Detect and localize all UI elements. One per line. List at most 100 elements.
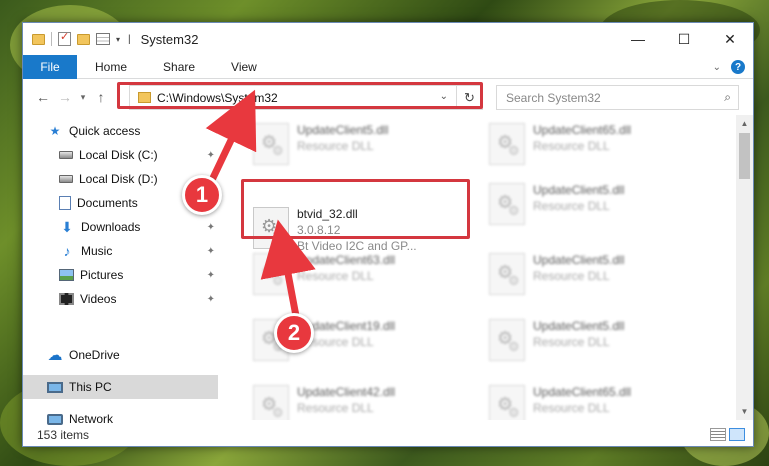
drive-icon: [59, 151, 73, 159]
recent-locations-icon[interactable]: ▾: [76, 92, 90, 103]
file-type: Resource DLL: [297, 269, 374, 283]
status-bar: 153 items: [23, 423, 753, 447]
dll-file-icon: ⚙ ⚙: [489, 319, 525, 361]
sidebar-item-quick-access[interactable]: ★ Quick access: [23, 119, 218, 143]
scroll-down-icon[interactable]: ▼: [736, 403, 753, 420]
folder-icon: [32, 33, 45, 45]
details-view-icon[interactable]: [710, 428, 726, 441]
sidebar-item-label: Documents: [77, 196, 138, 210]
file-name: UpdateClient5.dll: [533, 183, 625, 197]
file-type: Resource DLL: [533, 269, 610, 283]
file-item[interactable]: ⚙ ⚙ UpdateClient5.dll Resource DLL: [481, 175, 701, 231]
back-arrow-icon[interactable]: ←: [32, 89, 54, 105]
dll-file-icon: ⚙ ⚙: [489, 183, 525, 225]
address-highlight-box: [117, 82, 483, 109]
search-icon[interactable]: ⌕: [724, 90, 731, 105]
sidebar-item-label: Local Disk (C:): [79, 148, 158, 162]
drive-icon: [59, 175, 73, 183]
navigation-pane: ★ Quick access Local Disk (C:) ✦ Local D…: [23, 115, 218, 426]
sidebar-item-videos[interactable]: Videos ✦: [23, 287, 218, 311]
file-name: UpdateClient5.dll: [533, 253, 625, 267]
pc-icon: [47, 381, 63, 393]
download-icon: ⬇: [61, 218, 73, 235]
help-icon[interactable]: ?: [731, 60, 745, 74]
dll-file-icon: ⚙ ⚙: [253, 253, 289, 295]
tab-view[interactable]: View: [213, 55, 275, 79]
separator: [51, 32, 52, 46]
ribbon-right-controls: ⌄ ?: [713, 60, 745, 74]
scroll-up-icon[interactable]: ▲: [736, 115, 753, 132]
tiles-view-icon[interactable]: [729, 428, 745, 441]
up-arrow-icon[interactable]: ↑: [90, 89, 112, 105]
scrollbar-thumb[interactable]: [739, 133, 750, 179]
window-title: System32: [140, 31, 199, 47]
step-badge-1: 1: [182, 175, 222, 215]
sidebar-item-this-pc[interactable]: This PC: [23, 375, 218, 399]
sidebar-item-label: Pictures: [80, 268, 124, 282]
search-placeholder: Search System32: [506, 90, 601, 105]
sidebar-item-label: Quick access: [69, 124, 141, 138]
file-item[interactable]: ⚙ ⚙ UpdateClient42.dll Resource DLL: [245, 377, 465, 420]
file-type: Resource DLL: [533, 199, 610, 213]
file-item[interactable]: ⚙ ⚙ UpdateClient5.dll Resource DLL: [481, 311, 701, 367]
view-switcher: [710, 428, 745, 441]
tab-file[interactable]: File: [23, 54, 77, 79]
file-item[interactable]: ⚙ ⚙ UpdateClient63.dll Resource DLL: [245, 245, 465, 301]
file-item[interactable]: ⚙ ⚙ UpdateClient5.dll Resource DLL: [245, 115, 465, 171]
pin-icon[interactable]: ✦: [207, 150, 215, 161]
maximize-button[interactable]: ☐: [661, 23, 707, 55]
file-type: Resource DLL: [533, 139, 610, 153]
properties-icon[interactable]: [58, 30, 71, 46]
pin-icon[interactable]: ✦: [207, 294, 215, 305]
ribbon-tabs: File Home Share View ⌄ ?: [23, 54, 753, 79]
pictures-icon: [59, 269, 74, 281]
dll-file-icon: ⚙ ⚙: [253, 385, 289, 420]
file-name: UpdateClient65.dll: [533, 123, 632, 137]
sidebar-item-pictures[interactable]: Pictures ✦: [23, 263, 218, 287]
expand-ribbon-icon[interactable]: ⌄: [713, 62, 721, 73]
file-type: Resource DLL: [297, 401, 374, 415]
sidebar-item-local-disk-c[interactable]: Local Disk (C:) ✦: [23, 143, 218, 167]
pin-icon[interactable]: ✦: [207, 270, 215, 281]
sidebar-item-onedrive[interactable]: ☁ OneDrive: [23, 343, 218, 367]
file-name: UpdateClient65.dll: [533, 385, 632, 399]
dll-file-icon: ⚙ ⚙: [489, 253, 525, 295]
sidebar-item-music[interactable]: ♪ Music ✦: [23, 239, 218, 263]
file-name: UpdateClient63.dll: [297, 253, 396, 267]
new-folder-icon[interactable]: [77, 33, 90, 45]
file-type: Resource DLL: [533, 401, 610, 415]
dll-file-icon: ⚙ ⚙: [253, 123, 289, 165]
pin-icon[interactable]: ✦: [207, 222, 215, 233]
tab-home[interactable]: Home: [77, 55, 145, 79]
sidebar-item-label: This PC: [69, 380, 112, 394]
file-name: UpdateClient42.dll: [297, 385, 396, 399]
title-bar: ▾ | System32 — ☐ ✕: [23, 23, 753, 55]
dll-file-icon: ⚙ ⚙: [489, 123, 525, 165]
sidebar-item-label: Videos: [80, 292, 117, 306]
sidebar-item-label: Music: [81, 244, 113, 258]
search-input[interactable]: Search System32 ⌕: [496, 85, 739, 110]
step-badge-2: 2: [274, 313, 314, 353]
forward-arrow-icon[interactable]: →: [54, 89, 76, 105]
tab-share[interactable]: Share: [145, 55, 213, 79]
file-name: UpdateClient5.dll: [297, 123, 389, 137]
file-item[interactable]: ⚙ ⚙ UpdateClient65.dll Resource DLL: [481, 377, 701, 420]
star-icon: ★: [49, 124, 61, 138]
file-item[interactable]: ⚙ ⚙ UpdateClient65.dll Resource DLL: [481, 115, 701, 171]
file-name: UpdateClient5.dll: [533, 319, 625, 333]
view-icon[interactable]: [96, 33, 110, 45]
close-button[interactable]: ✕: [707, 23, 753, 55]
sidebar-item-label: OneDrive: [69, 348, 120, 362]
sidebar-item-downloads[interactable]: ⬇ Downloads ✦: [23, 215, 218, 239]
sidebar-item-label: Downloads: [81, 220, 141, 234]
pin-icon: |: [128, 33, 131, 45]
customize-toolbar-icon[interactable]: ▾: [116, 35, 120, 44]
sidebar-item-label: Local Disk (D:): [79, 172, 158, 186]
minimize-button[interactable]: —: [615, 23, 661, 55]
dll-file-icon: ⚙ ⚙: [489, 385, 525, 420]
vertical-scrollbar[interactable]: ▲ ▼: [736, 115, 753, 420]
quick-access-toolbar: ▾ |: [32, 30, 131, 46]
pin-icon[interactable]: ✦: [207, 246, 215, 257]
file-item[interactable]: ⚙ ⚙ UpdateClient5.dll Resource DLL: [481, 245, 701, 301]
file-type: Resource DLL: [297, 139, 374, 153]
